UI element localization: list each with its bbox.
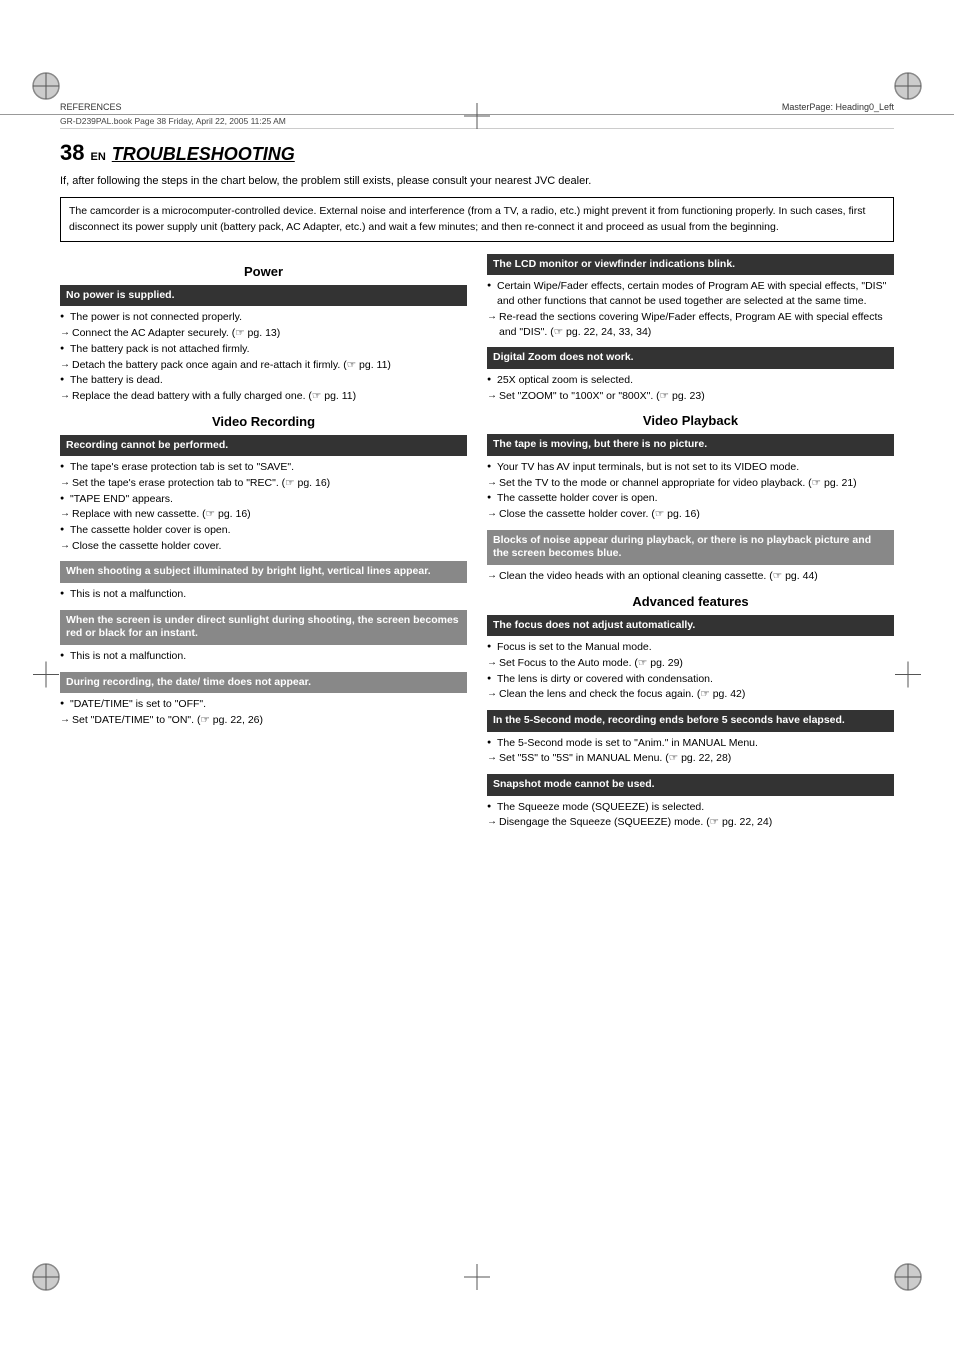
five-second-list: The 5-Second mode is set to "Anim." in M… — [487, 736, 894, 766]
list-item: The battery is dead. — [60, 373, 467, 388]
screen-red-black-group: When the screen is under direct sunlight… — [60, 610, 467, 664]
list-item: The Squeeze mode (SQUEEZE) is selected. — [487, 800, 894, 815]
list-item: Set Focus to the Auto mode. (☞ pg. 29) — [487, 656, 894, 671]
digital-zoom-list: 25X optical zoom is selected. Set "ZOOM"… — [487, 373, 894, 403]
list-item: Set the tape's erase protection tab to "… — [60, 476, 467, 491]
list-item: This is not a malfunction. — [60, 649, 467, 664]
no-power-title: No power is supplied. — [60, 285, 467, 307]
header-left: REFERENCES — [60, 102, 122, 112]
date-time-list: "DATE/TIME" is set to "OFF". Set "DATE/T… — [60, 697, 467, 727]
snapshot-group: Snapshot mode cannot be used. The Squeez… — [487, 774, 894, 830]
list-item: The power is not connected properly. — [60, 310, 467, 325]
list-item: Detach the battery pack once again and r… — [60, 358, 467, 373]
five-second-group: In the 5-Second mode, recording ends bef… — [487, 710, 894, 766]
intro-paragraph: If, after following the steps in the cha… — [60, 174, 894, 189]
blocks-noise-list: Clean the video heads with an optional c… — [487, 569, 894, 584]
tape-no-picture-group: The tape is moving, but there is no pict… — [487, 434, 894, 521]
list-item: Connect the AC Adapter securely. (☞ pg. … — [60, 326, 467, 341]
recording-cannot-list: The tape's erase protection tab is set t… — [60, 460, 467, 553]
two-column-layout: Power No power is supplied. The power is… — [60, 254, 894, 838]
no-power-group: No power is supplied. The power is not c… — [60, 285, 467, 404]
lcd-blink-list: Certain Wipe/Fader effects, certain mode… — [487, 279, 894, 339]
snapshot-title: Snapshot mode cannot be used. — [487, 774, 894, 796]
video-recording-heading: Video Recording — [60, 414, 467, 429]
advanced-features-heading: Advanced features — [487, 594, 894, 609]
main-content: 38 EN TROUBLESHOOTING If, after followin… — [60, 140, 894, 838]
list-item: The lens is dirty or covered with conden… — [487, 672, 894, 687]
list-item: "TAPE END" appears. — [60, 492, 467, 507]
blocks-noise-group: Blocks of noise appear during playback, … — [487, 530, 894, 584]
list-item: Replace the dead battery with a fully ch… — [60, 389, 467, 404]
focus-auto-list: Focus is set to the Manual mode. Set Foc… — [487, 640, 894, 702]
list-item: Focus is set to the Manual mode. — [487, 640, 894, 655]
corner-mark-rc — [892, 658, 924, 693]
list-item: The cassette holder cover is open. — [487, 491, 894, 506]
left-column: Power No power is supplied. The power is… — [60, 254, 467, 838]
list-item: Disengage the Squeeze (SQUEEZE) mode. (☞… — [487, 815, 894, 830]
corner-mark-bc — [461, 1261, 493, 1296]
list-item: The battery pack is not attached firmly. — [60, 342, 467, 357]
list-item: The 5-Second mode is set to "Anim." in M… — [487, 736, 894, 751]
page-wrapper: REFERENCES MasterPage: Heading0_Left GR-… — [0, 0, 954, 1351]
list-item: The tape's erase protection tab is set t… — [60, 460, 467, 475]
right-column: The LCD monitor or viewfinder indication… — [487, 254, 894, 838]
screen-red-black-list: This is not a malfunction. — [60, 649, 467, 664]
list-item: Close the cassette holder cover. (☞ pg. … — [487, 507, 894, 522]
page-title-row: 38 EN TROUBLESHOOTING — [60, 140, 894, 166]
list-item: Set "5S" to "5S" in MANUAL Menu. (☞ pg. … — [487, 751, 894, 766]
sunlight-lines-list: This is not a malfunction. — [60, 587, 467, 602]
page-en-label: EN — [90, 151, 105, 163]
list-item: Re-read the sections covering Wipe/Fader… — [487, 310, 894, 339]
sunlight-lines-group: When shooting a subject illuminated by b… — [60, 561, 467, 601]
notice-box: The camcorder is a microcomputer-control… — [60, 197, 894, 241]
recording-cannot-title: Recording cannot be performed. — [60, 435, 467, 457]
list-item: The cassette holder cover is open. — [60, 523, 467, 538]
page-title: TROUBLESHOOTING — [112, 144, 295, 165]
list-item: Replace with new cassette. (☞ pg. 16) — [60, 507, 467, 522]
list-item: Clean the lens and check the focus again… — [487, 687, 894, 702]
video-playback-heading: Video Playback — [487, 413, 894, 428]
list-item: Set "ZOOM" to "100X" or "800X". (☞ pg. 2… — [487, 389, 894, 404]
page-number: 38 — [60, 140, 84, 166]
digital-zoom-title: Digital Zoom does not work. — [487, 347, 894, 369]
date-time-title: During recording, the date/ time does no… — [60, 672, 467, 694]
list-item: Clean the video heads with an optional c… — [487, 569, 894, 584]
list-item: Set "DATE/TIME" to "ON". (☞ pg. 22, 26) — [60, 713, 467, 728]
no-power-list: The power is not connected properly. Con… — [60, 310, 467, 403]
sunlight-lines-title: When shooting a subject illuminated by b… — [60, 561, 467, 583]
snapshot-list: The Squeeze mode (SQUEEZE) is selected. … — [487, 800, 894, 830]
corner-mark-br — [892, 1261, 924, 1296]
corner-mark-bl — [30, 1261, 62, 1296]
recording-cannot-group: Recording cannot be performed. The tape'… — [60, 435, 467, 554]
list-item: Certain Wipe/Fader effects, certain mode… — [487, 279, 894, 308]
lcd-blink-group: The LCD monitor or viewfinder indication… — [487, 254, 894, 339]
list-item: Your TV has AV input terminals, but is n… — [487, 460, 894, 475]
screen-red-black-title: When the screen is under direct sunlight… — [60, 610, 467, 645]
list-item: "DATE/TIME" is set to "OFF". — [60, 697, 467, 712]
corner-mark-lc — [30, 658, 62, 693]
corner-mark-tc — [461, 100, 493, 135]
lcd-blink-title: The LCD monitor or viewfinder indication… — [487, 254, 894, 276]
power-section-heading: Power — [60, 264, 467, 279]
tape-no-picture-title: The tape is moving, but there is no pict… — [487, 434, 894, 456]
digital-zoom-group: Digital Zoom does not work. 25X optical … — [487, 347, 894, 403]
focus-auto-group: The focus does not adjust automatically.… — [487, 615, 894, 702]
list-item: This is not a malfunction. — [60, 587, 467, 602]
date-time-group: During recording, the date/ time does no… — [60, 672, 467, 728]
list-item: Set the TV to the mode or channel approp… — [487, 476, 894, 491]
list-item: 25X optical zoom is selected. — [487, 373, 894, 388]
five-second-title: In the 5-Second mode, recording ends bef… — [487, 710, 894, 732]
blocks-noise-title: Blocks of noise appear during playback, … — [487, 530, 894, 565]
list-item: Close the cassette holder cover. — [60, 539, 467, 554]
header-right: MasterPage: Heading0_Left — [782, 102, 894, 112]
focus-auto-title: The focus does not adjust automatically. — [487, 615, 894, 637]
tape-no-picture-list: Your TV has AV input terminals, but is n… — [487, 460, 894, 522]
